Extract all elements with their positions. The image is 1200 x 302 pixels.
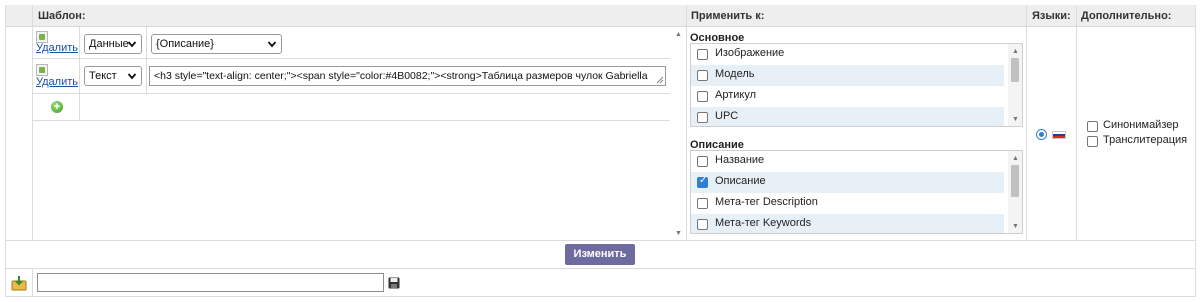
add-circle-icon: + <box>53 101 61 113</box>
field-select-value: {Описание} <box>156 38 214 50</box>
list-item[interactable]: Изображение <box>691 44 1004 65</box>
divider <box>33 120 670 121</box>
list-item-label: UPC <box>715 110 739 122</box>
scrollbar[interactable]: ▲ ▼ <box>1008 151 1022 233</box>
header-extra: Дополнительно: <box>1081 10 1172 22</box>
floppy-disk-icon[interactable] <box>388 277 400 289</box>
import-download-icon[interactable] <box>11 275 27 291</box>
list-item-label: Описание <box>715 175 766 187</box>
divider <box>146 27 147 93</box>
apply-list-description[interactable]: Название Описание Мета-тег Description М… <box>690 150 1023 234</box>
checkbox[interactable] <box>697 112 708 123</box>
chevron-down-icon <box>267 41 277 48</box>
template-text-field[interactable]: <h3 style="text-align: center;"><span st… <box>149 66 666 86</box>
change-button[interactable]: Изменить <box>565 244 635 265</box>
list-item-label: Модель <box>715 68 755 80</box>
checkbox[interactable] <box>697 70 708 81</box>
divider <box>33 93 670 94</box>
bottom-input-field[interactable] <box>37 273 384 292</box>
scroll-up-icon[interactable]: ▲ <box>675 31 682 38</box>
add-row-button[interactable]: + <box>51 101 63 113</box>
header-row: Шаблон: Применить к: Языки: Дополнительн… <box>6 5 1195 27</box>
checkbox[interactable] <box>697 175 708 188</box>
checkbox[interactable] <box>697 198 708 209</box>
list-item[interactable]: Артикул <box>691 86 1004 107</box>
checkbox[interactable] <box>697 219 708 230</box>
scrollbar[interactable]: ▲ ▼ <box>1008 44 1022 126</box>
scroll-up-icon[interactable]: ▲ <box>1012 155 1019 162</box>
template-text-value: <h3 style="text-align: center;"><span st… <box>154 70 648 82</box>
delete-link[interactable]: Удалить <box>36 43 78 54</box>
divider <box>1076 5 1077 240</box>
divider <box>79 27 80 120</box>
list-item[interactable]: UPC <box>691 107 1004 126</box>
list-item[interactable]: Модель <box>691 65 1004 86</box>
header-template: Шаблон: <box>38 10 86 22</box>
chevron-down-icon <box>127 41 137 48</box>
list-item-label: Мета-тег Keywords <box>715 217 812 229</box>
divider <box>686 5 687 240</box>
list-item[interactable]: Название <box>691 151 1004 172</box>
list-item-label: Название <box>715 154 765 166</box>
list-item-label: Изображение <box>715 47 785 59</box>
type-select[interactable]: Текст <box>84 66 142 86</box>
scroll-up-icon[interactable]: ▲ <box>1012 48 1019 55</box>
scroll-down-icon[interactable]: ▼ <box>1012 116 1019 123</box>
divider <box>33 58 670 59</box>
synonymizer-checkbox[interactable] <box>1087 121 1098 132</box>
checkbox[interactable] <box>697 49 708 60</box>
type-select[interactable]: Данные <box>84 34 142 54</box>
list-item-label: Мета-тег Description <box>715 196 818 208</box>
list-item[interactable]: Описание <box>691 172 1004 193</box>
scroll-thumb[interactable] <box>1011 58 1019 82</box>
list-item[interactable]: Мета-тег Description <box>691 193 1004 214</box>
scroll-down-icon[interactable]: ▼ <box>675 230 682 237</box>
synonymizer-label: Синонимайзер <box>1103 119 1179 131</box>
scroll-thumb[interactable] <box>1011 165 1019 197</box>
type-select-value: Данные <box>89 38 129 50</box>
type-select-value: Текст <box>89 70 117 82</box>
delete-link[interactable]: Удалить <box>36 77 78 88</box>
language-radio[interactable] <box>1036 129 1047 140</box>
divider <box>5 240 1196 241</box>
header-apply-to: Применить к: <box>691 10 765 22</box>
divider <box>5 268 1196 269</box>
delete-image-icon <box>36 64 48 76</box>
divider <box>1026 5 1027 240</box>
list-item[interactable]: Мета-тег Keywords <box>691 214 1004 233</box>
transliteration-checkbox[interactable] <box>1087 136 1098 147</box>
checkbox[interactable] <box>697 91 708 102</box>
resize-grip-icon[interactable] <box>655 75 664 84</box>
checkbox[interactable] <box>697 156 708 167</box>
apply-list-main[interactable]: Изображение Модель Артикул UPC ▲ ▼ <box>690 43 1023 127</box>
chevron-down-icon <box>127 73 137 80</box>
flag-ru-icon <box>1052 131 1066 139</box>
field-select[interactable]: {Описание} <box>151 34 282 54</box>
header-languages: Языки: <box>1032 10 1071 22</box>
transliteration-label: Транслитерация <box>1103 134 1188 146</box>
divider <box>32 268 33 297</box>
list-item-label: Артикул <box>715 89 757 101</box>
scroll-down-icon[interactable]: ▼ <box>1012 223 1019 230</box>
